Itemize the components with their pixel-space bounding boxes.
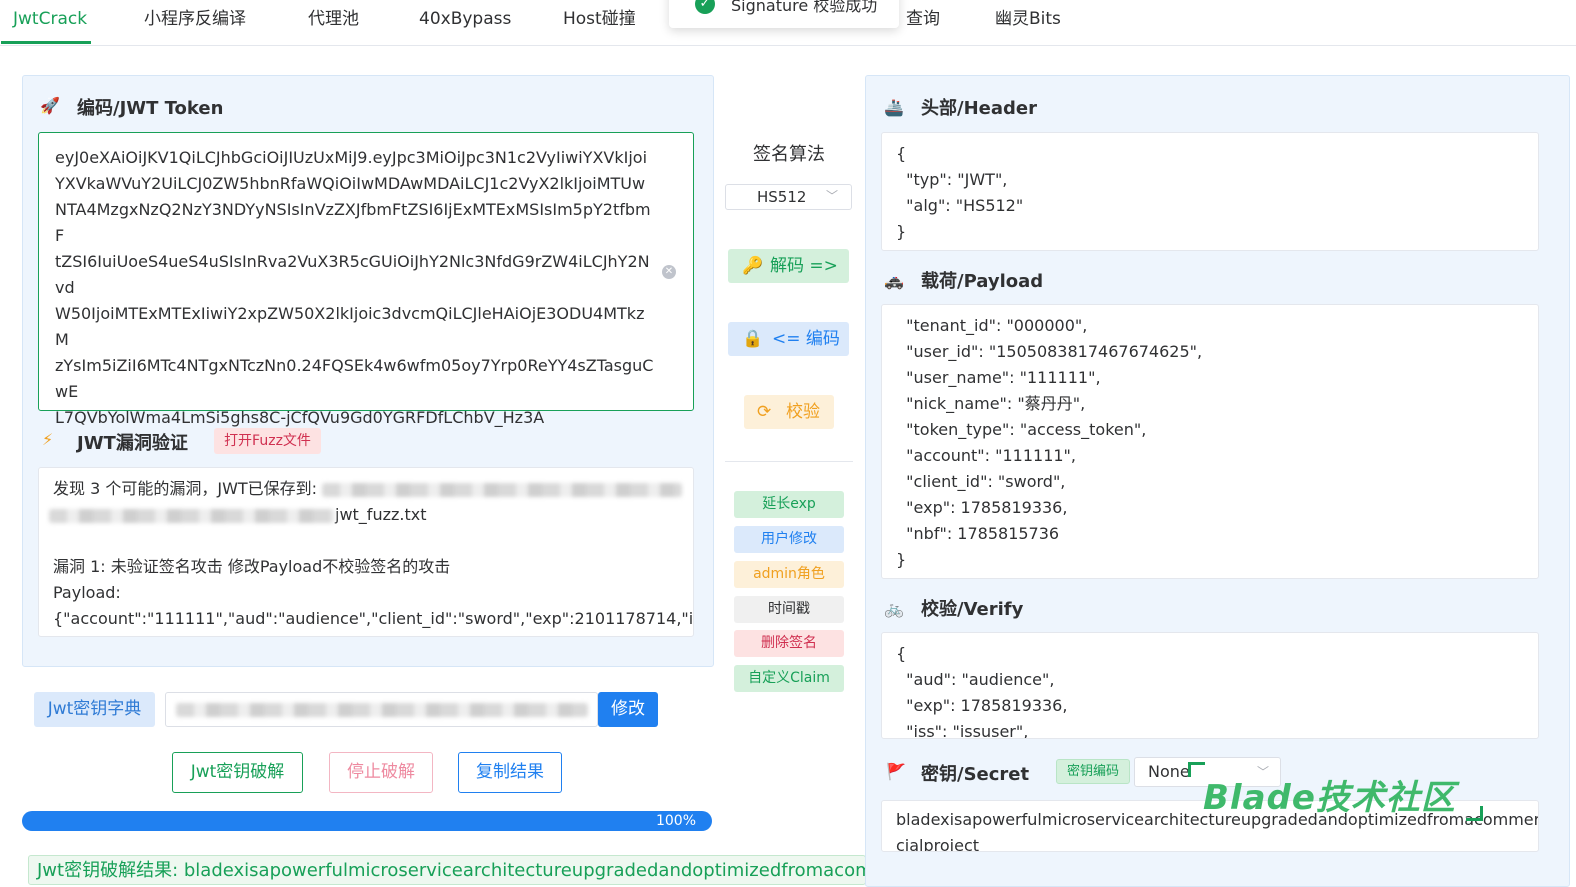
json-line: "token_type": "access_token",	[896, 420, 1147, 439]
flag-icon: 🚩	[886, 762, 906, 781]
secret-encoding-tag: 密钥编码	[1056, 759, 1130, 784]
progress-percent: 100%	[655, 813, 696, 829]
decode-label: 解码 =>	[770, 256, 838, 276]
secret-section-title: 密钥/Secret	[921, 764, 1030, 785]
crack-progress-bar: 100%	[22, 811, 712, 831]
json-line: "iss": "issuser",	[896, 722, 1029, 739]
crack-button[interactable]: Jwt密钥破解	[172, 752, 303, 793]
encode-button[interactable]: 🔒 <= 编码	[728, 322, 849, 356]
extend-exp-button[interactable]: 延长exp	[734, 491, 844, 518]
user-modify-button[interactable]: 用户修改	[734, 526, 844, 553]
stop-crack-button[interactable]: 停止破解	[329, 752, 433, 793]
tab-ghost-bits[interactable]: 幽灵Bits	[995, 0, 1061, 44]
algorithm-select[interactable]: HS512 ﹀	[725, 184, 852, 210]
copy-result-button[interactable]: 复制结果	[458, 752, 562, 793]
encode-section-title: 编码/JWT Token	[77, 98, 224, 119]
json-line: "tenant_id": "000000",	[896, 316, 1088, 335]
check-icon: ✓	[695, 0, 715, 14]
tab-miniprogram-decompile[interactable]: 小程序反编译	[144, 0, 246, 44]
crack-result: Jwt密钥破解结果: bladexisapowerfulmicroservice…	[28, 855, 866, 885]
verify-button[interactable]: ⟳ 校验	[744, 395, 834, 429]
json-line: }	[896, 222, 907, 241]
tab-proxy-pool[interactable]: 代理池	[308, 0, 359, 44]
json-line: "exp": 1785819336,	[896, 696, 1068, 715]
tab-host-collision[interactable]: Host碰撞	[563, 0, 636, 44]
secret-line: cialproject	[896, 836, 980, 852]
vuln-1-text: 漏洞 1: 未验证签名攻击 修改Payload不校验签名的攻击	[53, 557, 451, 576]
redacted-path	[322, 482, 683, 497]
lightning-icon: ⚡	[42, 430, 54, 449]
redacted-path	[49, 508, 335, 523]
tab-jwtcrack[interactable]: JwtCrack	[13, 0, 87, 44]
dictionary-path-input[interactable]	[165, 692, 598, 727]
ship-icon: 🚢	[884, 98, 904, 117]
watermark-corner	[1466, 806, 1483, 821]
json-line: "nbf": 1785815736	[896, 524, 1060, 543]
dictionary-label[interactable]: Jwt密钥字典	[34, 692, 155, 727]
payload-label: Payload:	[53, 583, 121, 602]
clear-icon[interactable]: ✕	[662, 265, 676, 279]
rocket-icon: 🚀	[40, 96, 60, 115]
json-line: "exp": 1785819336,	[896, 498, 1068, 517]
crack-result-text: Jwt密钥破解结果: bladexisapowerfulmicroservice…	[37, 860, 866, 881]
verify-json-editor[interactable]: { "aud": "audience", "exp": 1785819336, …	[881, 632, 1539, 739]
tab-40x-bypass[interactable]: 40xBypass	[419, 0, 511, 44]
payload-section-title: 载荷/Payload	[921, 271, 1044, 292]
payload-json-editor[interactable]: "tenant_id": "000000", "user_id": "15050…	[881, 304, 1539, 579]
algorithm-value: HS512	[757, 188, 807, 206]
refresh-icon: ⟳	[757, 402, 772, 422]
token-line: zYsIm5iZiI6MTc4NTgxNTczNn0.24FQSEk4w6wfm…	[55, 356, 654, 401]
modify-button[interactable]: 修改	[598, 692, 658, 727]
jwt-token-text[interactable]: eyJ0eXAiOiJKV1QiLCJhbGciOiJIUzUxMiJ9.eyJ…	[55, 145, 657, 431]
car-icon: 🚓	[884, 271, 904, 290]
json-line: {	[896, 644, 907, 663]
tab-query[interactable]: 查询	[906, 0, 940, 44]
token-line: W50IjoiMTExMTExIiwiY2xpZW50X2lkIjoic3dvc…	[55, 304, 645, 349]
jwt-token-input[interactable]: eyJ0eXAiOiJKV1QiLCJhbGciOiJIUzUxMiJ9.eyJ…	[38, 132, 694, 427]
json-line: "account": "111111",	[896, 446, 1076, 465]
payload-json: {"account":"111111","aud":"audience","cl…	[53, 609, 694, 628]
json-line: "typ": "JWT",	[896, 170, 1008, 189]
open-fuzz-file-button[interactable]: 打开Fuzz文件	[214, 428, 321, 454]
vuln-result-output[interactable]: 发现 3 个可能的漏洞，JWT已保存到: jwt_fuzz.txt 漏洞 1: …	[38, 467, 694, 637]
timestamp-button[interactable]: 时间戳	[734, 596, 844, 623]
token-line: YXVkaWVuY2UiLCJ0ZW5hbnRfaWQiOiIwMDAwMDAi…	[55, 174, 646, 193]
header-section-title: 头部/Header	[921, 98, 1037, 119]
active-tab-indicator	[1, 41, 91, 44]
middle-divider	[725, 461, 853, 462]
json-line: "user_name": "111111",	[896, 368, 1101, 387]
decode-button[interactable]: 🔑 解码 =>	[728, 249, 849, 283]
chevron-down-icon: ﹀	[826, 189, 839, 203]
token-line: NTA4MzgxNzQ2NzY3NDYyNSIsInVzZXJfbmFtZSI6…	[55, 200, 651, 245]
remove-signature-button[interactable]: 删除签名	[734, 630, 844, 657]
algorithm-label: 签名算法	[753, 144, 825, 165]
admin-role-button[interactable]: admin角色	[734, 561, 844, 588]
json-line: "user_id": "1505083817467674625",	[896, 342, 1203, 361]
custom-claim-button[interactable]: 自定义Claim	[734, 665, 844, 692]
json-line: "aud": "audience",	[896, 670, 1055, 689]
json-line: "client_id": "sword",	[896, 472, 1066, 491]
verify-section-title: 校验/Verify	[921, 599, 1024, 620]
encode-label: <= 编码	[772, 329, 840, 349]
token-line: eyJ0eXAiOiJKV1QiLCJhbGciOiJIUzUxMiJ9.eyJ…	[55, 148, 648, 167]
json-line: {	[896, 144, 907, 163]
json-line: "nick_name": "蔡丹丹",	[896, 394, 1086, 413]
fuzz-file-name: jwt_fuzz.txt	[335, 505, 427, 524]
lock-icon: 🔒	[742, 329, 764, 349]
key-icon: 🔑	[742, 256, 764, 276]
secret-encoding-value: None	[1148, 762, 1190, 781]
json-line: }	[896, 550, 907, 569]
json-line: "alg": "HS512"	[896, 196, 1024, 215]
success-toast: ✓ Signature 校验成功	[669, 0, 899, 28]
watermark-logo: Blade技术社区	[1203, 778, 1456, 818]
vuln-found-text: 发现 3 个可能的漏洞，JWT已保存到:	[53, 479, 318, 498]
toast-message: Signature 校验成功	[731, 0, 878, 15]
verify-label: 校验	[786, 402, 820, 422]
bicycle-icon: 🚲	[884, 599, 904, 618]
token-line: L7QVbYolWma4LmSi5ghs8C-jCfQVu9Gd0YGRFDfL…	[55, 408, 545, 427]
token-line: tZSI6IuiUoeS4ueS4uSIsInRva2VuX3R5cGUiOiJ…	[55, 252, 650, 297]
header-json-editor[interactable]: { "typ": "JWT", "alg": "HS512"}	[881, 132, 1539, 251]
redacted-path	[176, 703, 588, 717]
vuln-section-title: JWT漏洞验证	[77, 433, 188, 454]
